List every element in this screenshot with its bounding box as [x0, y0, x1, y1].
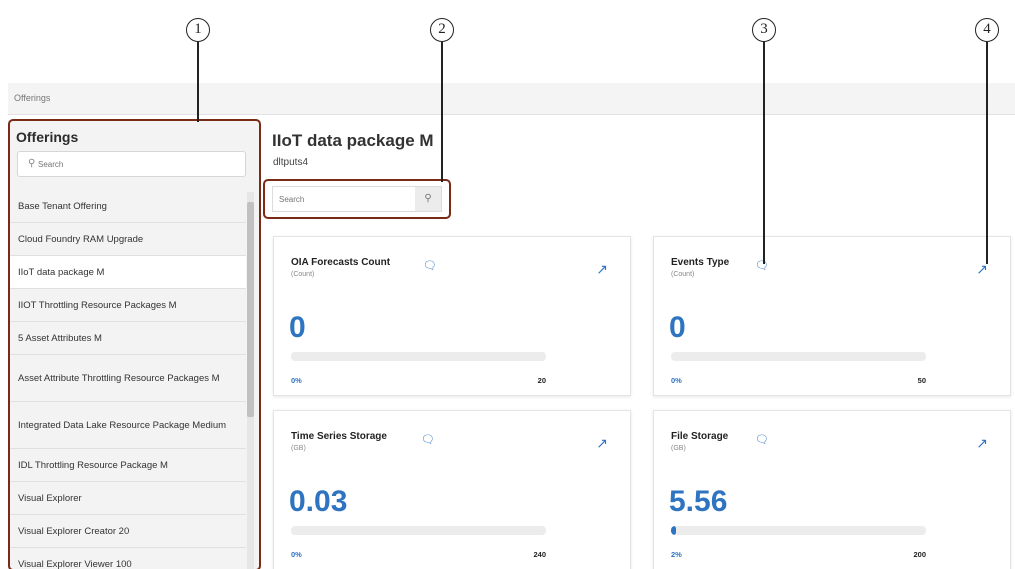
comment-icon[interactable]: 🗨: [755, 259, 769, 272]
callout-4: 4: [975, 18, 999, 42]
expand-icon[interactable]: ↗: [976, 435, 988, 452]
list-item[interactable]: Cloud Foundry RAM Upgrade: [8, 223, 246, 256]
card-min-label: 0%: [291, 550, 302, 559]
card-max-label: 240: [533, 550, 546, 559]
card-max-label: 50: [917, 376, 926, 385]
list-item[interactable]: Visual Explorer Creator 20: [8, 515, 246, 548]
callout-1: 1: [186, 18, 210, 42]
callout-2-line: [441, 42, 443, 182]
callout-3-line: [763, 42, 765, 264]
usage-bar: [291, 352, 546, 361]
list-item[interactable]: IDL Throttling Resource Package M: [8, 449, 246, 482]
card-unit: (GB): [291, 445, 306, 452]
search-icon: ⚲: [424, 193, 432, 204]
card-title: File Storage: [671, 431, 729, 442]
card-min-label: 2%: [671, 550, 682, 559]
list-item[interactable]: Integrated Data Lake Resource Package Me…: [8, 402, 246, 449]
callout-2: 2: [430, 18, 454, 42]
metric-search-box: ⚲: [272, 186, 442, 212]
comment-icon[interactable]: 🗨: [421, 433, 435, 446]
search-icon: ⚲: [28, 158, 36, 169]
scrollbar-thumb[interactable]: [247, 202, 254, 417]
search-button[interactable]: ⚲: [415, 187, 441, 211]
card-max-label: 200: [913, 550, 926, 559]
page-title: IIoT data package M: [272, 131, 434, 150]
list-item[interactable]: 5 Asset Attributes M: [8, 322, 246, 355]
offerings-scrollbar[interactable]: [247, 192, 254, 569]
callout-1-line: [197, 42, 199, 122]
comment-icon[interactable]: 🗨: [423, 259, 437, 272]
offerings-search-box: ⚲: [17, 151, 246, 177]
card-value: 5.56: [669, 485, 728, 518]
metric-card: OIA Forecasts Count (Count) 🗨 ↗ 0 0% 20: [273, 236, 631, 396]
metric-card: File Storage (GB) 🗨 ↗ 5.56 2% 200: [653, 410, 1011, 569]
page-subtitle: dltputs4: [273, 157, 309, 168]
offerings-title: Offerings: [16, 129, 79, 145]
card-title: Events Type: [671, 257, 730, 268]
usage-bar-fill: [671, 526, 677, 535]
card-min-label: 0%: [291, 376, 302, 385]
card-value: 0.03: [289, 485, 348, 518]
comment-icon[interactable]: 🗨: [755, 433, 769, 446]
list-item-selected[interactable]: IIoT data package M: [8, 256, 246, 289]
card-value: 0: [669, 311, 686, 344]
list-item[interactable]: IIOT Throttling Resource Packages M: [8, 289, 246, 322]
callout-4-line: [986, 42, 988, 264]
breadcrumb[interactable]: Offerings: [14, 93, 50, 103]
usage-bar: [671, 352, 926, 361]
metric-card: Events Type (Count) 🗨 ↗ 0 0% 50: [653, 236, 1011, 396]
breadcrumb-bar: Offerings: [8, 83, 1015, 115]
expand-icon[interactable]: ↗: [596, 261, 608, 278]
list-item[interactable]: Base Tenant Offering: [8, 190, 246, 223]
offerings-list: Base Tenant Offering Cloud Foundry RAM U…: [8, 190, 246, 569]
metric-search-input[interactable]: [279, 192, 409, 207]
card-value: 0: [289, 311, 306, 344]
offerings-search-input[interactable]: [38, 156, 238, 172]
card-unit: (Count): [671, 271, 695, 278]
card-unit: (Count): [291, 271, 315, 278]
metric-card: Time Series Storage (GB) 🗨 ↗ 0.03 0% 240: [273, 410, 631, 569]
usage-bar: [671, 526, 926, 535]
card-max-label: 20: [537, 376, 546, 385]
list-item[interactable]: Visual Explorer: [8, 482, 246, 515]
list-item[interactable]: Asset Attribute Throttling Resource Pack…: [8, 355, 246, 402]
offerings-panel: Offerings ⚲ Base Tenant Offering Cloud F…: [8, 120, 260, 569]
usage-bar: [291, 526, 546, 535]
card-title: OIA Forecasts Count: [291, 257, 391, 268]
list-item[interactable]: Visual Explorer Viewer 100: [8, 548, 246, 569]
card-min-label: 0%: [671, 376, 682, 385]
card-unit: (GB): [671, 445, 686, 452]
card-title: Time Series Storage: [291, 431, 387, 442]
callout-3: 3: [752, 18, 776, 42]
expand-icon[interactable]: ↗: [596, 435, 608, 452]
